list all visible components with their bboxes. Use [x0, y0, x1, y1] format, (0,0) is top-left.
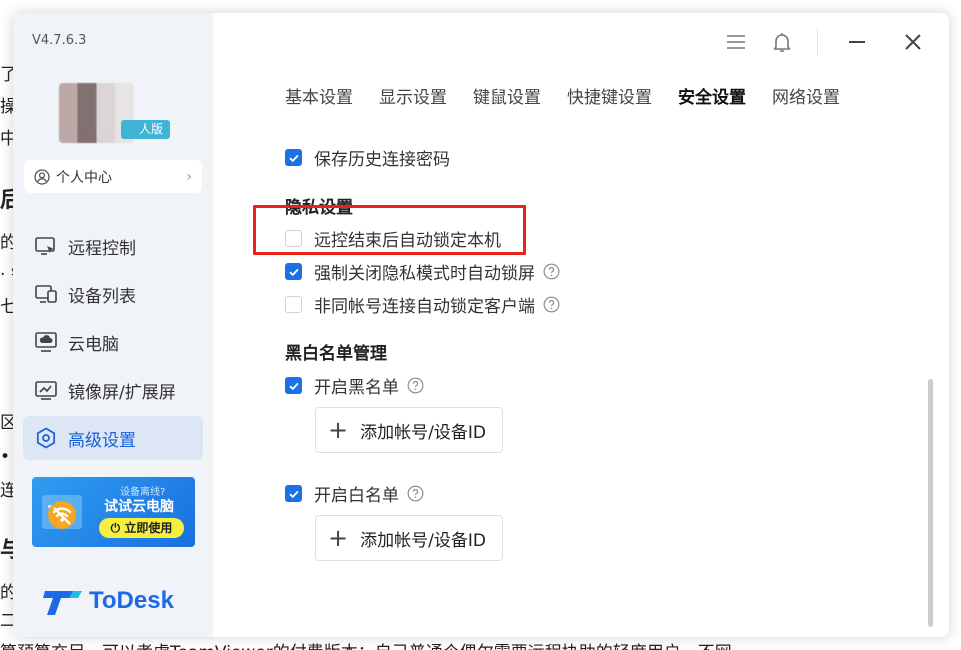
help-icon[interactable] — [407, 485, 424, 502]
tab-shortcuts[interactable]: 快捷键设置 — [567, 83, 652, 108]
close-icon[interactable] — [901, 30, 925, 54]
tab-network[interactable]: 网络设置 — [772, 83, 840, 108]
nav-mirror-screen[interactable]: 镜像屏/扩展屏 — [23, 368, 203, 412]
menu-icon[interactable] — [724, 30, 748, 54]
enable-whitelist-checkbox[interactable] — [285, 485, 302, 502]
todesk-logo: ToDesk — [43, 585, 174, 617]
bell-icon[interactable] — [770, 30, 794, 54]
help-icon[interactable] — [543, 296, 560, 313]
logo-text: ToDesk — [89, 587, 174, 614]
chevron-right-icon: › — [186, 168, 192, 185]
enable-blacklist-option[interactable]: 开启黑名单 — [285, 373, 424, 398]
lock-non-same-account-option[interactable]: 非同帐号连接自动锁定客户端 — [285, 292, 560, 317]
cloud-pc-promo-banner[interactable]: 设备离线? 试试云电脑 ⏻ 立即使用 — [32, 477, 195, 547]
option-label: 强制关闭隐私模式时自动锁屏 — [314, 264, 535, 284]
personal-center-label: 个人中心 — [56, 169, 112, 186]
mirror-screen-icon — [35, 381, 57, 400]
scrollbar[interactable] — [928, 379, 933, 627]
settings-tabs: 基本设置 显示设置 键鼠设置 快捷键设置 安全设置 网络设置 — [285, 83, 866, 108]
red-highlight-box — [253, 205, 526, 255]
save-history-password-checkbox[interactable] — [285, 149, 302, 166]
todesk-logo-icon — [43, 591, 82, 615]
nav-remote-control[interactable]: 远程控制 — [23, 224, 203, 268]
sidebar: V4.7.6.3 人版 个人中心 › 远程控制 设备列表 云电脑 镜像屏/扩展屏… — [13, 13, 213, 637]
lock-on-privacy-close-option[interactable]: 强制关闭隐私模式时自动锁屏 — [285, 259, 560, 284]
nav-label: 高级设置 — [68, 430, 136, 451]
check-icon — [288, 490, 299, 498]
add-whitelist-button[interactable]: + 添加帐号/设备ID — [315, 515, 503, 561]
lock-on-privacy-close-checkbox[interactable] — [285, 263, 302, 280]
user-icon — [34, 168, 50, 185]
nav-label: 云电脑 — [68, 334, 119, 355]
help-icon[interactable] — [543, 263, 560, 280]
tab-display[interactable]: 显示设置 — [379, 83, 447, 108]
bg-text: 算预算充足，可以考虑TeamViewer的付费版本；自己普通个偶尔需要远程协助的… — [0, 638, 732, 650]
plus-icon: + — [328, 524, 349, 552]
help-icon[interactable] — [407, 377, 424, 394]
option-label: 开启白名单 — [314, 486, 399, 506]
lock-non-same-account-checkbox[interactable] — [285, 296, 302, 313]
nav-label: 镜像屏/扩展屏 — [68, 382, 176, 403]
nav-advanced-settings[interactable]: 高级设置 — [23, 416, 203, 460]
check-icon — [288, 154, 299, 162]
edition-badge: 人版 — [121, 120, 171, 139]
plus-icon: + — [328, 416, 349, 444]
check-icon — [288, 268, 299, 276]
nav-label: 设备列表 — [68, 286, 136, 307]
option-label: 开启黑名单 — [314, 378, 399, 398]
tab-security[interactable]: 安全设置 — [678, 83, 746, 108]
list-management-title: 黑白名单管理 — [285, 344, 387, 364]
save-history-password-option[interactable]: 保存历史连接密码 — [285, 145, 450, 170]
remote-control-icon — [35, 237, 55, 255]
nav-label: 远程控制 — [68, 238, 136, 259]
add-button-label: 添加帐号/设备ID — [360, 422, 486, 443]
promo-text-title: 试试云电脑 — [104, 499, 174, 515]
nav-device-list[interactable]: 设备列表 — [23, 272, 203, 316]
offline-device-icon — [42, 495, 82, 529]
version-label: V4.7.6.3 — [32, 33, 87, 48]
enable-blacklist-checkbox[interactable] — [285, 377, 302, 394]
option-label: 保存历史连接密码 — [314, 150, 450, 170]
add-button-label: 添加帐号/设备ID — [360, 530, 486, 551]
advanced-settings-icon — [36, 427, 56, 449]
personal-center-button[interactable]: 个人中心 › — [24, 160, 202, 193]
tab-keyboard-mouse[interactable]: 键鼠设置 — [473, 83, 541, 108]
use-now-label: 立即使用 — [124, 521, 173, 535]
topbar-divider — [817, 28, 818, 56]
use-now-button[interactable]: ⏻ 立即使用 — [99, 518, 184, 538]
cloud-pc-icon — [35, 332, 57, 352]
minimize-icon[interactable] — [845, 30, 869, 54]
todesk-window: V4.7.6.3 人版 个人中心 › 远程控制 设备列表 云电脑 镜像屏/扩展屏… — [13, 13, 949, 637]
device-list-icon — [35, 285, 57, 303]
tab-basic[interactable]: 基本设置 — [285, 83, 353, 108]
nav-cloud-pc[interactable]: 云电脑 — [23, 320, 203, 364]
enable-whitelist-option[interactable]: 开启白名单 — [285, 481, 424, 506]
add-blacklist-button[interactable]: + 添加帐号/设备ID — [315, 407, 503, 453]
check-icon — [288, 382, 299, 390]
option-label: 非同帐号连接自动锁定客户端 — [314, 297, 535, 317]
